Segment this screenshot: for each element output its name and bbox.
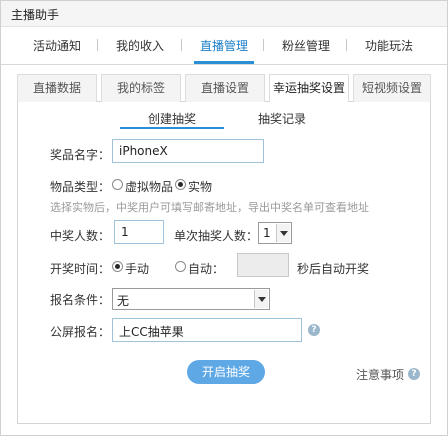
tab-activity-notice[interactable]: 活动通知 — [33, 37, 81, 54]
tab-live-management[interactable]: 直播管理 — [193, 37, 255, 64]
chevron-down-icon — [276, 224, 290, 242]
physical-item-hint: 选择实物后，中奖用户可填写邮寄地址，导出中奖名单可查看地址 — [50, 201, 369, 214]
title-bar: 主播助手 — [1, 1, 447, 27]
tab-create-draw[interactable]: 创建抽奖 — [119, 110, 225, 129]
subtab-live-settings[interactable]: 直播设置 — [185, 74, 265, 102]
tab-my-income[interactable]: 我的收入 — [116, 37, 164, 54]
tab-draw-records[interactable]: 抽奖记录 — [258, 110, 306, 127]
notes-link[interactable]: 注意事项 — [356, 366, 404, 383]
winners-label: 中奖人数： — [50, 229, 111, 243]
tab-separator — [263, 39, 264, 51]
tab-separator — [181, 39, 182, 51]
auto-seconds-input[interactable] — [237, 253, 289, 277]
virtual-item-radio[interactable] — [112, 179, 123, 190]
subtab-live-data[interactable]: 直播数据 — [17, 74, 97, 102]
public-signup-input[interactable]: 上CC抽苹果 — [112, 318, 302, 342]
tab-features[interactable]: 功能玩法 — [365, 37, 413, 54]
subtab-short-video-settings[interactable]: 短视频设置 — [353, 74, 431, 102]
physical-item-radio[interactable] — [175, 179, 186, 190]
sub-tab-bar: 直播数据 我的标签 直播设置 幸运抽奖设置 短视频设置 — [17, 74, 431, 103]
start-draw-button[interactable]: 开启抽奖 — [187, 360, 265, 384]
window-title: 主播助手 — [11, 8, 60, 22]
inner-tab-bar: 创建抽奖 抽奖记录 — [18, 102, 430, 130]
physical-item-label: 实物 — [188, 180, 213, 194]
manual-label: 手动 — [125, 262, 150, 276]
prize-name-label: 奖品名字： — [50, 148, 111, 162]
auto-radio[interactable] — [175, 261, 186, 272]
auto-label: 自动： — [188, 262, 225, 276]
per-draw-value: 1 — [263, 226, 271, 240]
per-draw-label: 单次抽奖人数： — [174, 229, 259, 243]
notes-help-icon[interactable]: ? — [408, 368, 420, 380]
lucky-draw-panel: 创建抽奖 抽奖记录 奖品名字： iPhoneX 物品类型： 虚拟物品 实物 选择… — [17, 102, 431, 424]
tab-separator — [346, 39, 347, 51]
tab-separator — [97, 39, 98, 51]
tab-fan-management[interactable]: 粉丝管理 — [282, 37, 330, 54]
manual-radio[interactable] — [112, 261, 123, 272]
subtab-my-tags[interactable]: 我的标签 — [101, 74, 181, 102]
public-signup-label: 公屏报名： — [50, 325, 111, 339]
anchor-assistant-window: 主播助手 活动通知 我的收入 直播管理 粉丝管理 功能玩法 直播数据 我的标签 … — [0, 0, 448, 436]
condition-value: 无 — [117, 294, 130, 308]
item-type-label: 物品类型： — [50, 180, 111, 194]
prize-name-input[interactable]: iPhoneX — [112, 139, 264, 163]
winners-input[interactable]: 1 — [114, 220, 164, 244]
virtual-item-label: 虚拟物品 — [125, 180, 174, 194]
chevron-down-icon — [254, 290, 268, 308]
condition-label: 报名条件： — [50, 293, 111, 307]
auto-seconds-suffix: 秒后自动开奖 — [297, 262, 370, 276]
per-draw-select[interactable]: 1 — [258, 222, 292, 244]
main-tab-bar: 活动通知 我的收入 直播管理 粉丝管理 功能玩法 — [1, 27, 447, 65]
condition-select[interactable]: 无 — [112, 288, 270, 310]
start-time-label: 开奖时间： — [50, 262, 111, 276]
subtab-lucky-draw-settings[interactable]: 幸运抽奖设置 — [269, 74, 349, 103]
help-icon[interactable]: ? — [308, 324, 320, 336]
